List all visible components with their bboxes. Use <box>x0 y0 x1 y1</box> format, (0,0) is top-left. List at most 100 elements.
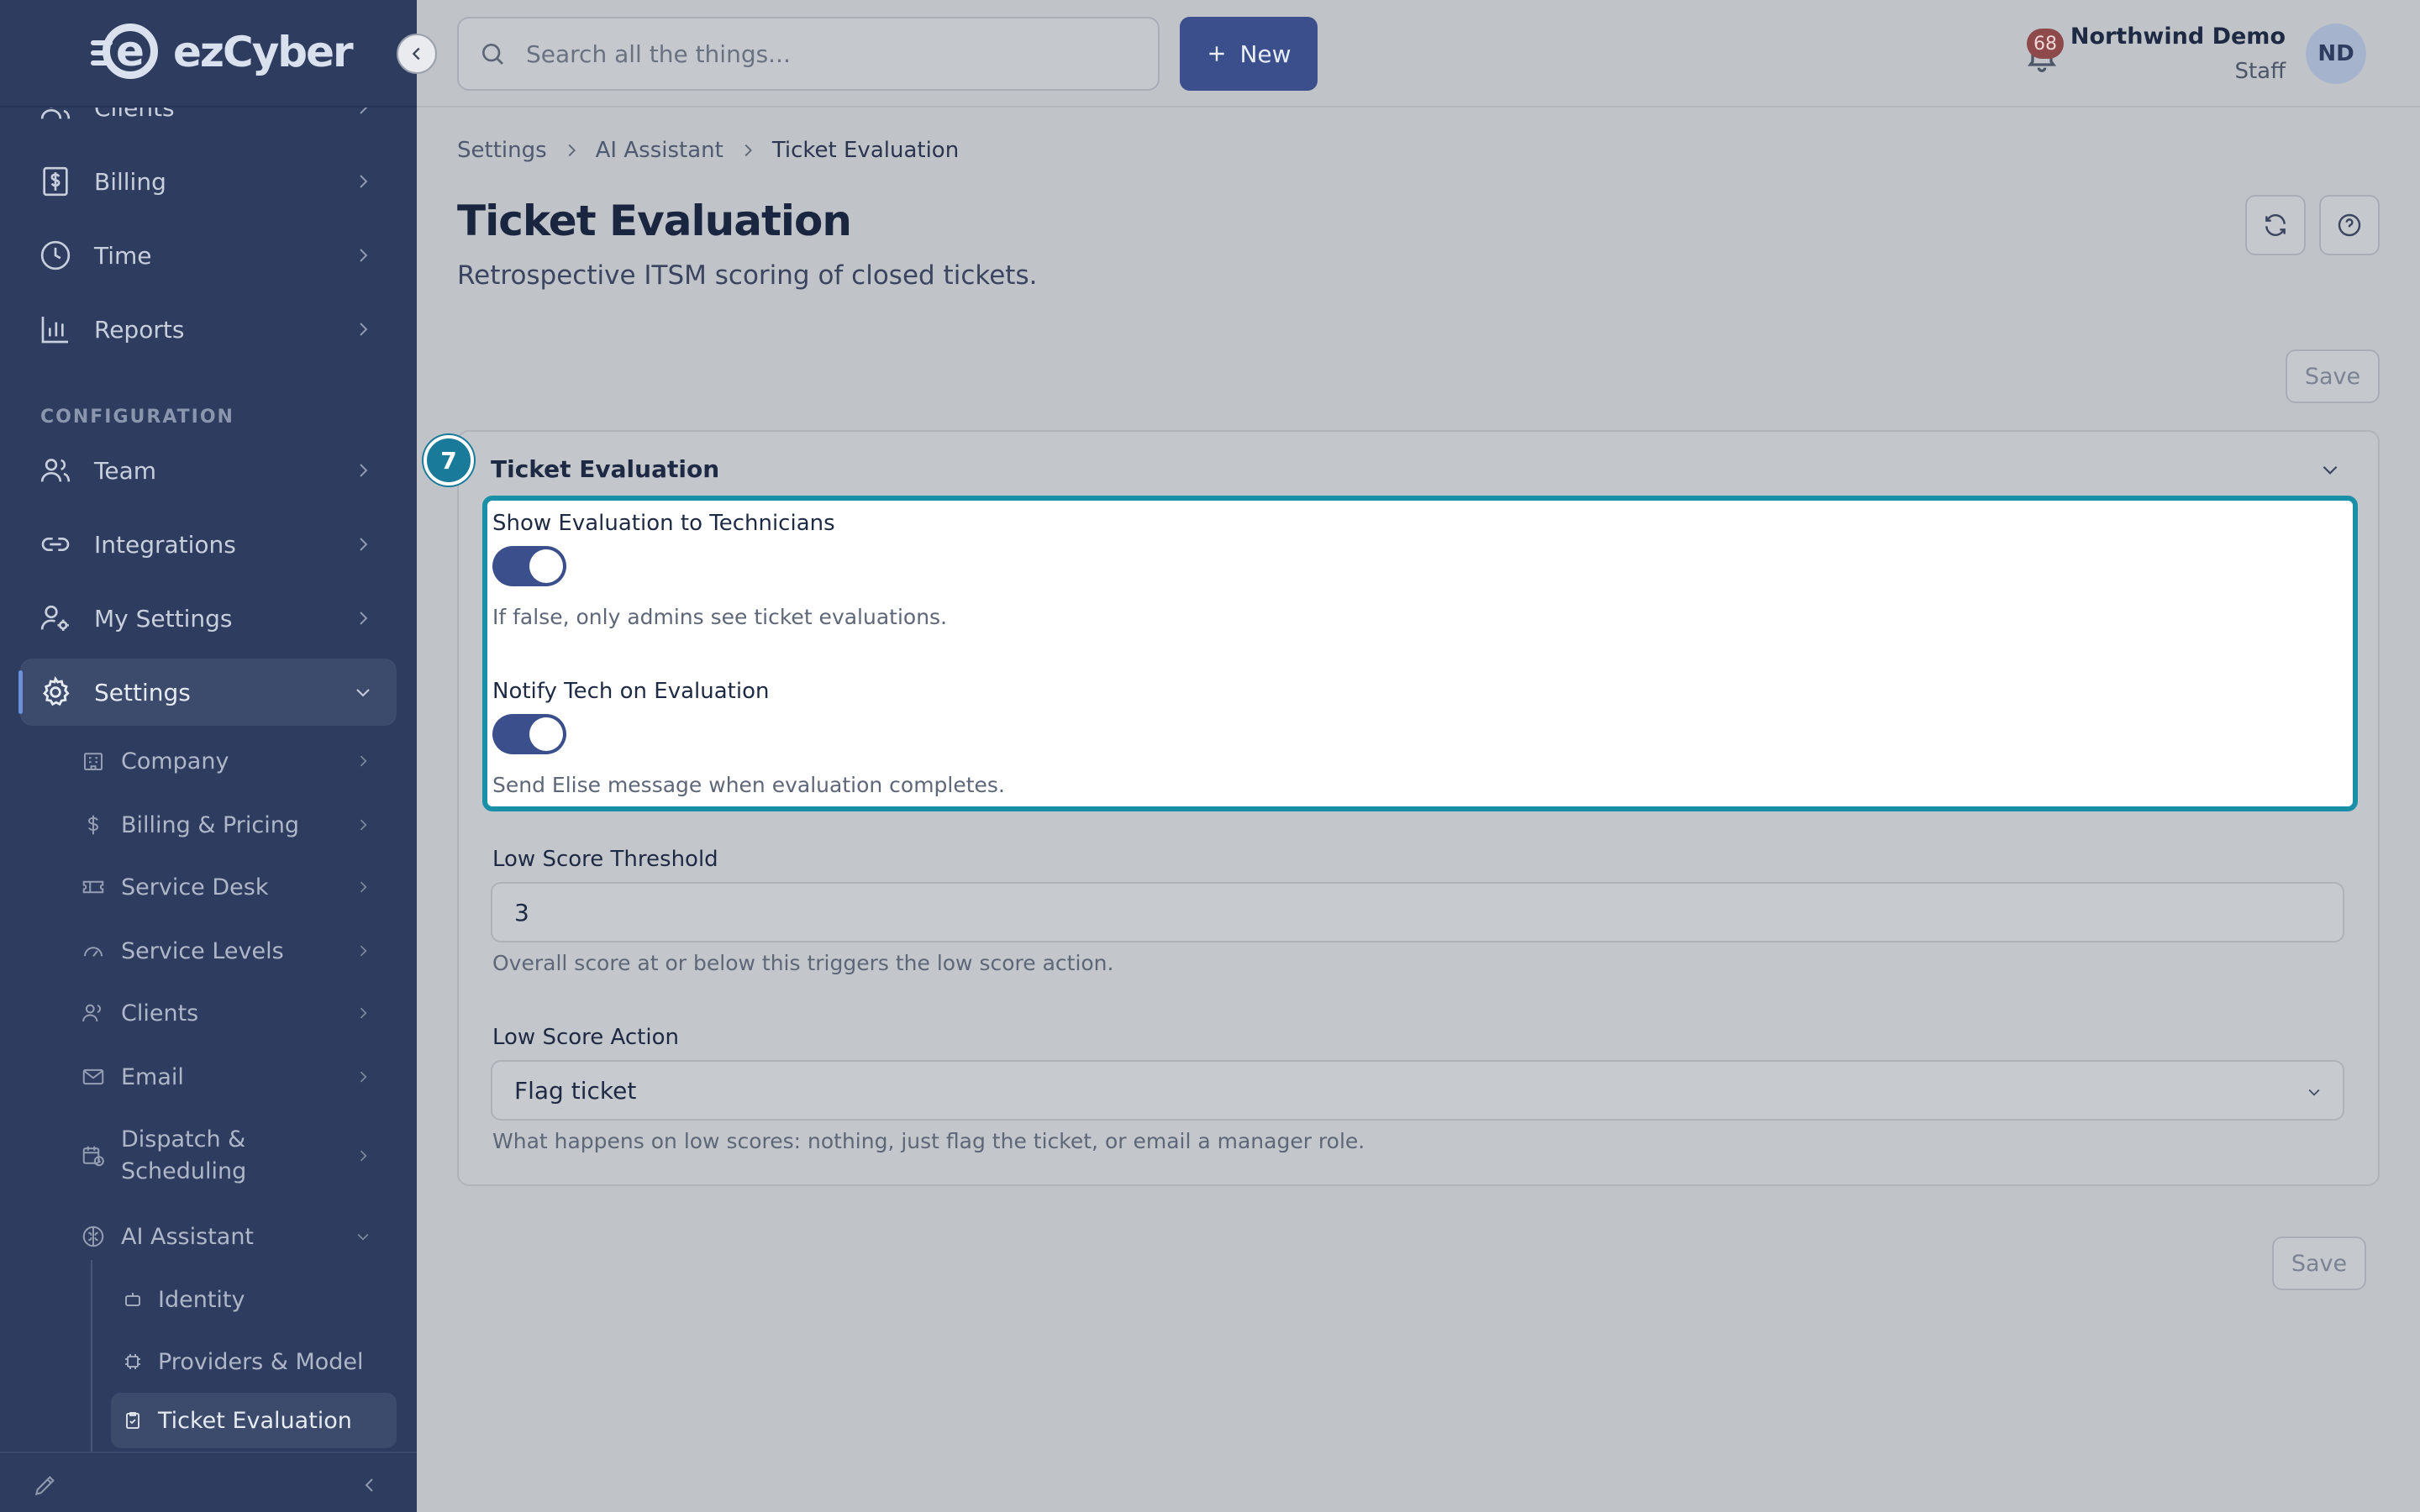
sidebar-subitem-label: Email <box>121 1063 184 1090</box>
refresh-icon <box>2265 214 2286 236</box>
pencil-icon[interactable] <box>32 1472 59 1499</box>
brain-icon <box>81 1224 106 1249</box>
highlighted-region <box>482 496 2358 811</box>
sidebar-subitem-company[interactable]: Company <box>74 734 390 788</box>
chevron-right-icon <box>360 755 367 767</box>
sidebar-subitem-label: Billing & Pricing <box>121 811 300 838</box>
clock-icon <box>39 239 72 272</box>
refresh-button[interactable] <box>2245 195 2306 255</box>
notify-tech-label: Notify Tech on Evaluation <box>492 679 770 704</box>
ticket-icon <box>81 874 106 900</box>
brand-logo[interactable]: e ezCyber <box>91 22 354 82</box>
sidebar-item-label: Settings <box>94 678 191 706</box>
chevron-right-icon <box>360 464 368 477</box>
chevron-down-icon[interactable] <box>2319 459 2341 480</box>
bar-chart-icon <box>39 312 72 346</box>
sidebar-item-my-settings[interactable]: My Settings <box>20 585 397 652</box>
new-button[interactable]: New <box>1180 17 1318 91</box>
gauge-icon <box>81 938 106 963</box>
sidebar-subitem-service-desk[interactable]: Service Desk <box>74 860 390 914</box>
sidebar-subitem-ai-assistant[interactable]: AI Assistant <box>74 1210 390 1263</box>
user-gear-icon <box>39 601 72 635</box>
search-input[interactable] <box>526 39 1114 68</box>
billing-icon <box>39 165 72 198</box>
clipboard-check-icon <box>123 1410 143 1431</box>
page-subtitle: Retrospective ITSM scoring of closed tic… <box>457 260 1038 291</box>
toggle-knob <box>529 717 563 751</box>
sidebar-leaf-providers-model[interactable]: Providers & Model <box>111 1334 397 1389</box>
sidebar-subitem-label: Clients <box>121 1000 199 1026</box>
card-title: Ticket Evaluation <box>491 455 720 483</box>
sidebar-item-reports[interactable]: Reports <box>20 296 397 363</box>
breadcrumb-link-ai-assistant[interactable]: AI Assistant <box>596 138 723 163</box>
user-role: Staff <box>2234 59 2286 84</box>
sidebar-item-integrations[interactable]: Integrations <box>20 511 397 578</box>
sidebar-item-label: Time <box>94 241 152 270</box>
chevron-down-icon <box>2308 1089 2320 1096</box>
chevron-right-icon <box>360 1007 367 1019</box>
low-score-action-select[interactable]: Flag ticket <box>491 1060 2344 1121</box>
low-score-threshold-label: Low Score Threshold <box>492 847 718 872</box>
sidebar-item-time[interactable]: Time <box>20 222 397 289</box>
dollar-icon <box>81 812 106 837</box>
sidebar: Clients Billing Time Reports CONFIGURATI… <box>0 0 417 1512</box>
show-eval-toggle[interactable] <box>492 546 566 586</box>
building-icon <box>81 748 106 774</box>
low-score-threshold-input[interactable]: 3 <box>491 882 2344 942</box>
sidebar-subitem-service-levels[interactable]: Service Levels <box>74 924 390 978</box>
low-score-action-value: Flag ticket <box>514 1076 637 1105</box>
chevron-right-icon <box>360 1071 367 1083</box>
breadcrumb-link-settings[interactable]: Settings <box>457 138 547 163</box>
sidebar-subitem-label: Dispatch & Scheduling <box>121 1126 247 1184</box>
sidebar-item-label: Billing <box>94 167 166 196</box>
chevron-right-icon <box>360 881 367 893</box>
plus-icon <box>1209 46 1225 61</box>
notify-tech-toggle[interactable] <box>492 714 566 754</box>
gear-icon <box>39 675 72 709</box>
sidebar-footer <box>0 1452 417 1512</box>
sidebar-subitem-billing-pricing[interactable]: Billing & Pricing <box>74 798 390 852</box>
sidebar-leaf-identity[interactable]: Identity <box>111 1272 397 1327</box>
low-score-threshold-help: Overall score at or below this triggers … <box>492 951 1114 975</box>
chevron-down-icon <box>356 689 370 697</box>
chevron-right-icon <box>360 538 368 551</box>
notify-tech-help: Send Elise message when evaluation compl… <box>492 773 1005 797</box>
help-icon <box>2338 213 2361 237</box>
collapse-sidebar-button[interactable] <box>397 34 437 74</box>
sidebar-item-label: My Settings <box>94 604 233 633</box>
sidebar-leaf-ticket-evaluation[interactable]: Ticket Evaluation <box>111 1393 397 1448</box>
robot-icon <box>123 1289 143 1310</box>
low-score-action-label: Low Score Action <box>492 1025 679 1050</box>
sidebar-leaf-label: Providers & Model <box>158 1348 364 1375</box>
save-button-bottom[interactable]: Save <box>2272 1236 2366 1290</box>
search-box[interactable] <box>457 17 1160 91</box>
help-button[interactable] <box>2319 195 2380 255</box>
sidebar-subitem-label: Service Desk <box>121 874 269 900</box>
logo-bar: e ezCyber <box>0 0 417 108</box>
sidebar-subitem-email[interactable]: Email <box>74 1050 390 1104</box>
sidebar-subitem-clients[interactable]: Clients <box>74 986 390 1040</box>
sidebar-leaf-label: Identity <box>158 1286 245 1313</box>
sidebar-subitem-dispatch-scheduling[interactable]: Dispatch & Scheduling <box>74 1122 390 1189</box>
avatar[interactable]: ND <box>2306 24 2366 84</box>
sidebar-item-team[interactable]: Team <box>20 437 397 504</box>
chevron-right-icon <box>744 144 752 157</box>
chevron-right-icon <box>360 945 367 957</box>
chevron-right-icon <box>568 144 576 157</box>
sidebar-item-billing[interactable]: Billing <box>20 148 397 215</box>
brand-logo-text: ezCyber <box>173 28 354 76</box>
low-score-action-help: What happens on low scores: nothing, jus… <box>492 1129 1365 1153</box>
user-name[interactable]: Northwind Demo <box>2070 24 2286 50</box>
chevron-left-icon[interactable] <box>360 1475 380 1495</box>
chevron-left-icon <box>412 47 420 60</box>
step-badge: 7 <box>424 435 474 486</box>
chevron-right-icon <box>360 175 368 188</box>
cpu-icon <box>123 1352 143 1372</box>
save-button-top[interactable]: Save <box>2286 349 2380 403</box>
breadcrumb-current: Ticket Evaluation <box>771 138 960 163</box>
team-icon <box>39 454 72 487</box>
sidebar-item-settings[interactable]: Settings <box>18 659 397 726</box>
notification-count-badge: 68 <box>2027 29 2064 59</box>
top-bar: New 68 Northwind Demo Staff ND <box>417 0 2420 108</box>
sidebar-leaf-label: Ticket Evaluation <box>158 1407 352 1434</box>
